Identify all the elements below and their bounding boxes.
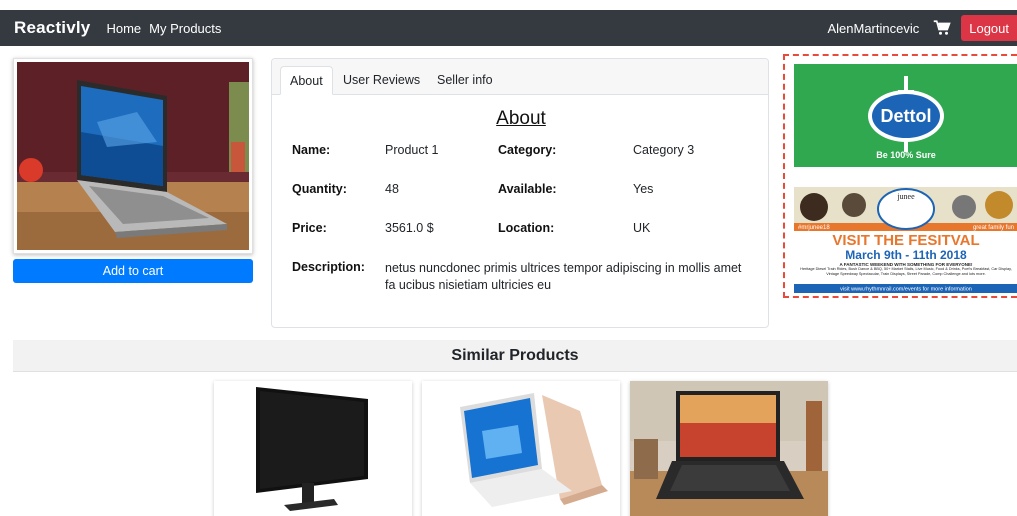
festival-footer: visit www.rhythmnrail.com/events for mor… [840,287,972,293]
available-label: Available: [498,182,557,196]
thinkpad-photo [630,381,828,516]
festival-tag-right: great family fun [973,225,1014,231]
location-value: UK [633,221,651,235]
festival-name: junee [896,192,915,201]
festival-tag-left: #mrjunee18 [798,225,830,231]
tab-about[interactable]: About [280,66,333,95]
price-label: Price: [292,221,327,235]
nav-link-my-products[interactable]: My Products [149,21,221,36]
festival-banner: junee #mrjunee18 great family fun VISIT … [794,187,1017,293]
dettol-tagline: Be 100% Sure [876,150,936,160]
name-label: Name: [292,143,331,157]
top-strip [0,0,1017,10]
product-info-card: About User Reviews Seller info About Nam… [271,58,769,328]
quantity-label: Quantity: [292,182,347,196]
description-label: Description: [292,260,365,274]
brand-logo[interactable]: Reactivly [14,18,90,38]
similar-product-card[interactable] [214,381,412,516]
similar-products-heading: Similar Products [13,340,1017,372]
category-value: Category 3 [633,143,695,157]
product-image [13,58,253,254]
festival-details: Heritage Diesel Train Rides, Bush Dance … [800,267,1012,276]
description-value: netus nuncdonec primis ultrices tempor a… [385,261,742,292]
nav-link-home[interactable]: Home [106,21,141,36]
username[interactable]: AlenMartincevic [827,21,919,36]
laptop-photo [17,62,249,250]
navbar-right: AlenMartincevic Logout [827,10,1017,46]
quantity-value: 48 [385,182,399,196]
ad-festival[interactable]: junee #mrjunee18 great family fun VISIT … [794,187,1017,293]
navbar: Reactivly Home My Products AlenMartincev… [0,10,1017,46]
name-value: Product 1 [385,143,439,157]
similar-product-card[interactable] [422,381,620,516]
festival-headline: VISIT THE FESITVAL [832,232,979,249]
available-value: Yes [633,182,654,196]
price-value: 3561.0 $ [385,221,434,235]
location-label: Location: [498,221,555,235]
dettol-logo: Dettol Be 100% Sure [868,76,944,160]
ads-panel: Dettol Be 100% Sure junee #mrjunee18 gre… [783,54,1017,298]
logout-button[interactable]: Logout [961,15,1017,41]
tab-bar: About User Reviews Seller info [272,59,768,95]
festival-dates: March 9th - 11th 2018 [845,248,967,262]
monitor-photo [214,381,412,516]
ad-dettol[interactable]: Dettol Be 100% Sure [794,64,1017,167]
tab-seller-info[interactable]: Seller info [437,66,493,95]
add-to-cart-button[interactable]: Add to cart [13,259,253,283]
about-heading: About [496,108,546,129]
cart-icon[interactable] [933,19,951,37]
category-label: Category: [498,143,557,157]
page: Reactivly Home My Products AlenMartincev… [0,0,1017,516]
tab-user-reviews[interactable]: User Reviews [343,66,420,95]
similar-product-card[interactable] [630,381,828,516]
laptop-duo-photo [422,381,620,516]
dettol-brand-text: Dettol [881,106,932,126]
